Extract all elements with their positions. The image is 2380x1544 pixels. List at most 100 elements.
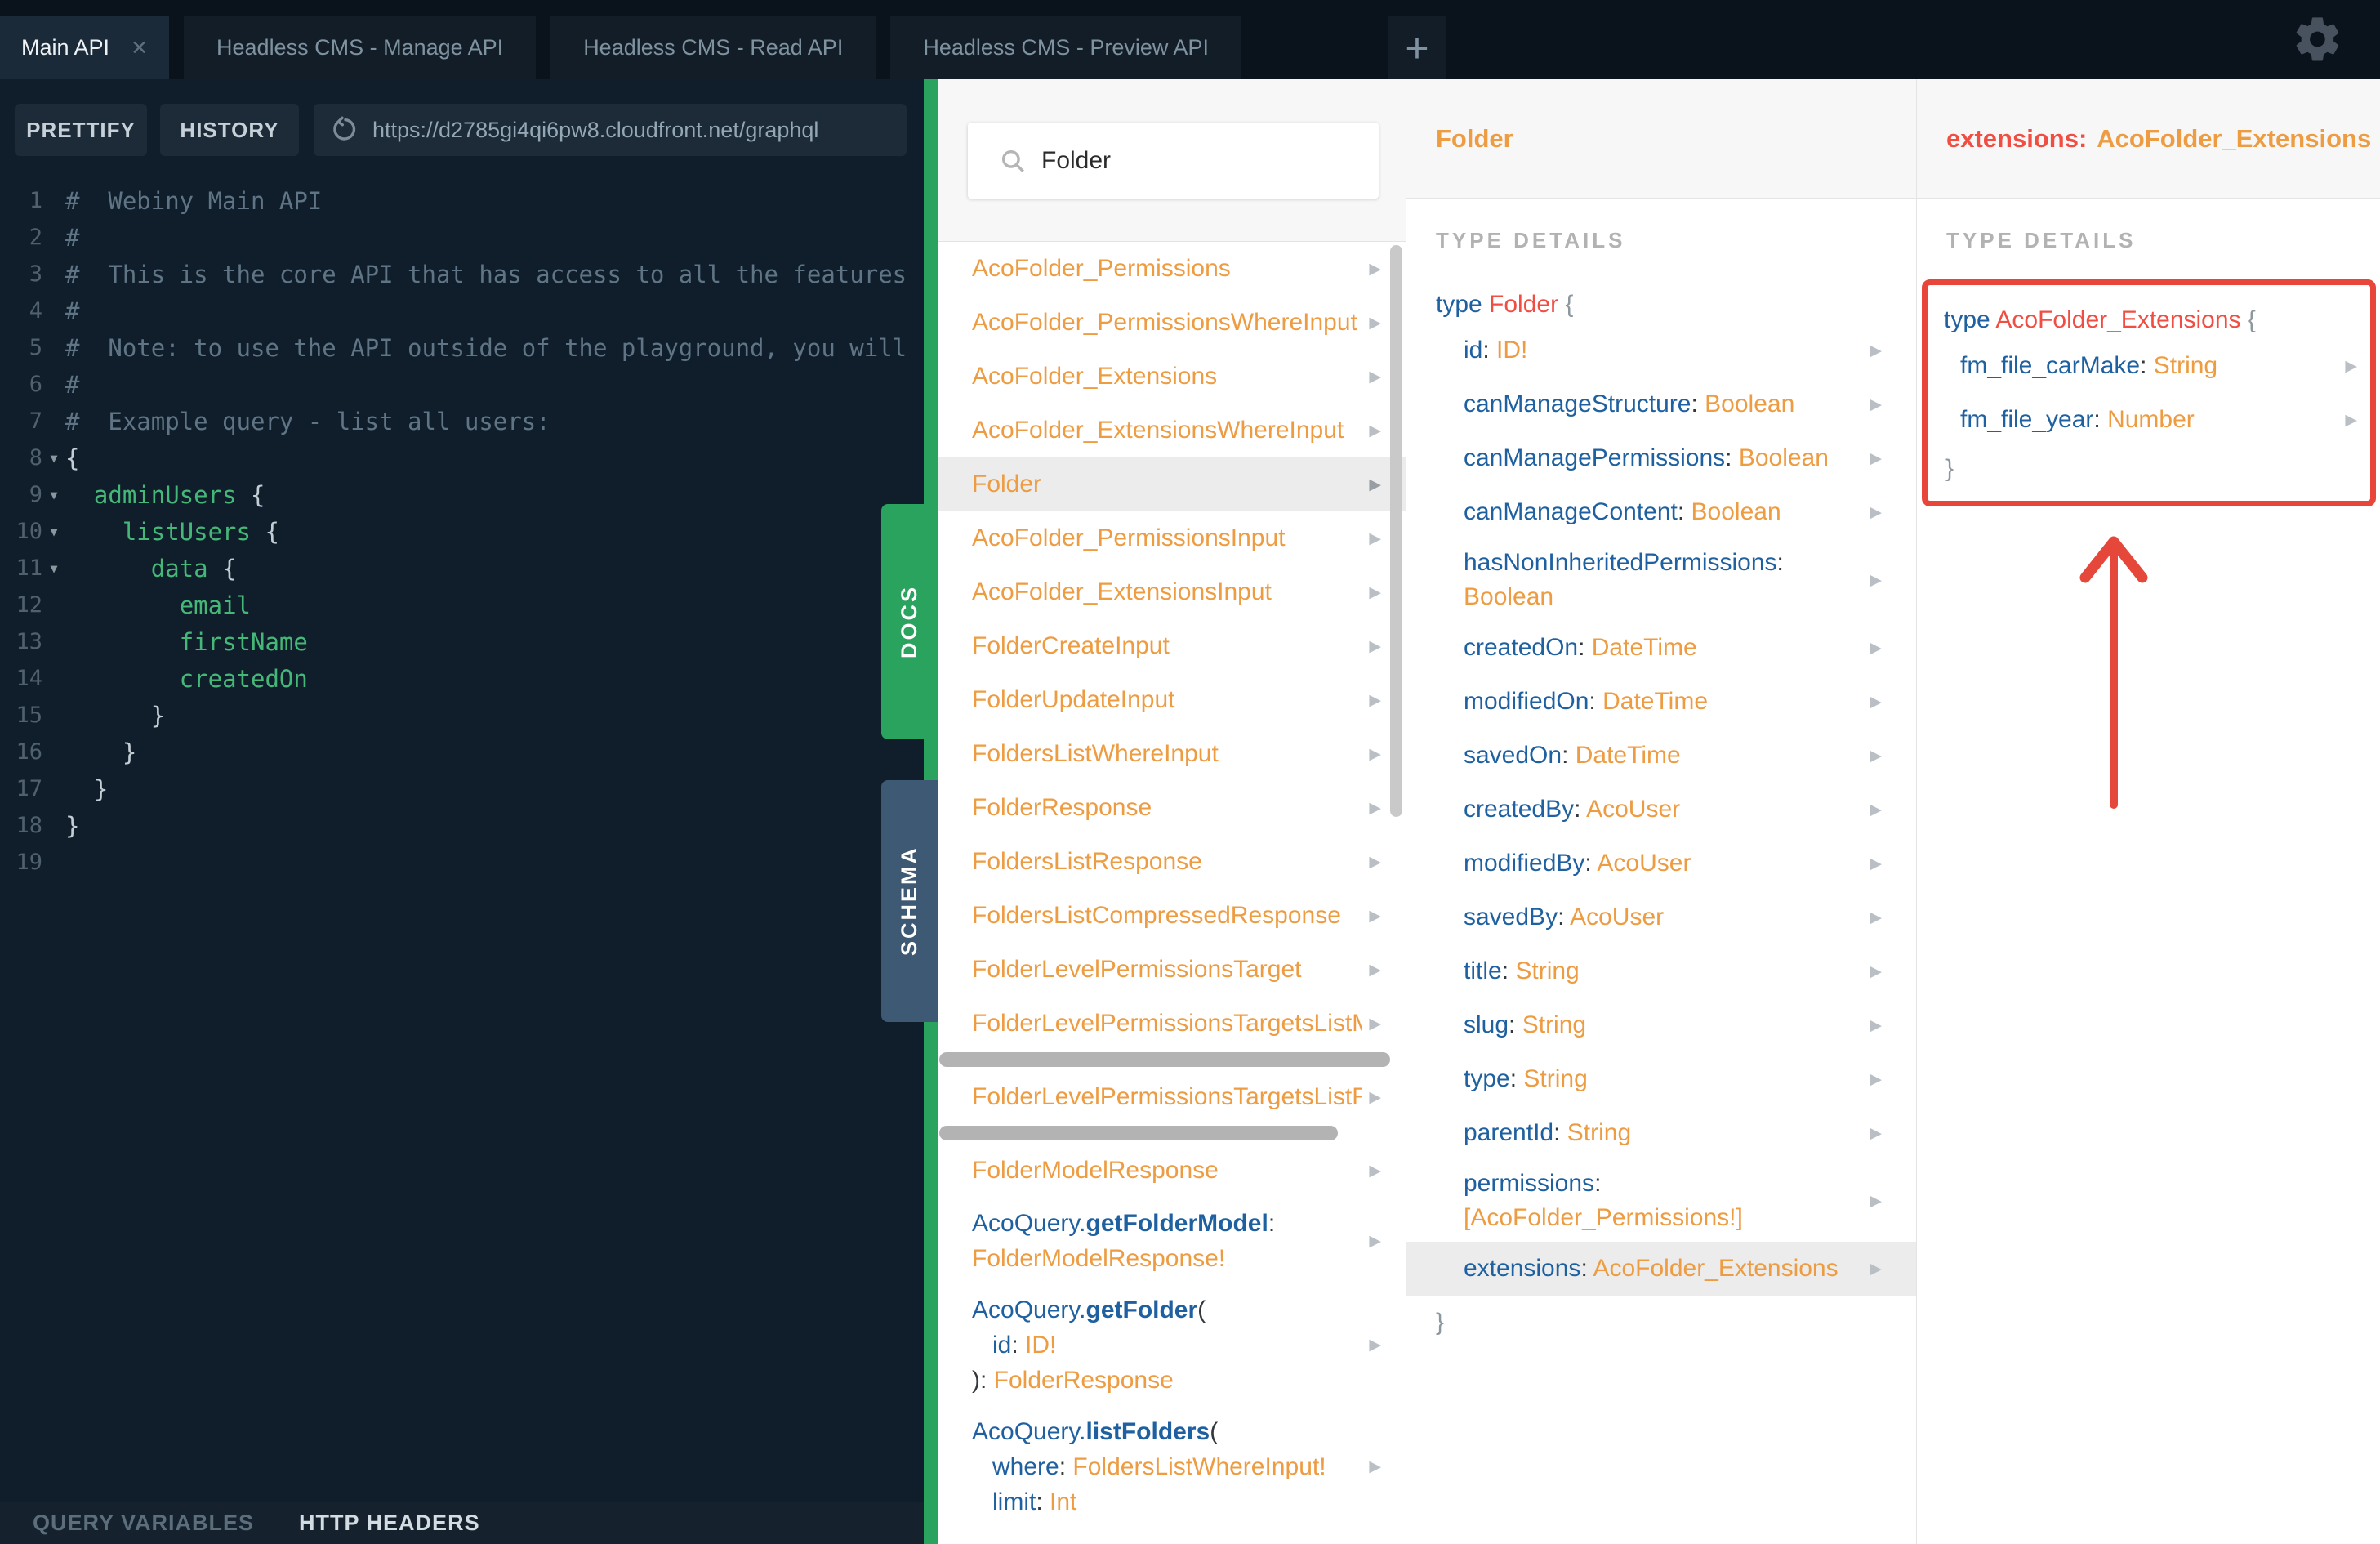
doc-list-item[interactable]: FolderCreateInput ▶ [938,619,1406,673]
field-row[interactable]: savedOn: DateTime ▶ [1436,729,1916,783]
expand-icon[interactable]: ▶ [1870,1192,1882,1211]
gear-icon[interactable] [2292,13,2344,65]
doc-list-item[interactable]: FolderUpdateInput ▶ [938,673,1406,727]
history-button[interactable]: HISTORY [160,104,299,156]
expand-icon[interactable]: ▶ [1870,908,1882,927]
field-row[interactable]: fm_file_carMake: String ▶ [1944,339,2370,393]
doc-list-item[interactable]: FolderLevelPermissionsTargetsListMeta▶ [938,997,1406,1051]
horizontal-scrollbar[interactable] [939,1052,1390,1067]
expand-icon[interactable]: ▶ [1369,260,1381,279]
field-row[interactable]: savedBy: AcoUser ▶ [1436,890,1916,944]
doc-list-item[interactable]: AcoFolder_PermissionsInput ▶ [938,511,1406,565]
close-icon[interactable]: ✕ [131,36,148,60]
new-tab-button[interactable]: + [1388,16,1446,79]
expand-icon[interactable]: ▶ [1870,1124,1882,1143]
doc-list-item[interactable]: FoldersListResponse ▶ [938,835,1406,889]
expand-icon[interactable]: ▶ [1870,1260,1882,1278]
doc-list-item[interactable]: AcoQuery.getFolderModel: FolderModelRespo… [938,1198,1406,1284]
field-row[interactable]: fm_file_year: Number ▶ [1944,393,2370,447]
expand-icon[interactable]: ▶ [1369,529,1381,548]
expand-icon[interactable]: ▶ [1870,1070,1882,1089]
expand-icon[interactable]: ▶ [2345,411,2357,430]
doc-list-item[interactable]: AcoFolder_ExtensionsInput ▶ [938,565,1406,619]
expand-icon[interactable]: ▶ [1870,449,1882,468]
expand-icon[interactable]: ▶ [1369,745,1381,764]
schema-tab[interactable]: SCHEMA [881,780,938,1022]
doc-list-item[interactable]: FolderLevelPermissionsTarget ▶ [938,943,1406,997]
doc-list-item[interactable]: AcoFolder_PermissionsWhereInput ▶ [938,296,1406,350]
expand-icon[interactable]: ▶ [1870,503,1882,522]
expand-icon[interactable]: ▶ [1369,1336,1381,1354]
vertical-scrollbar[interactable] [1390,245,1402,817]
expand-icon[interactable]: ▶ [1369,961,1381,980]
doc-list-item[interactable]: AcoQuery.getFolder( id: ID!): FolderResp… [938,1284,1406,1406]
field-row[interactable]: parentId: String ▶ [1436,1106,1916,1160]
field-row[interactable]: createdOn: DateTime ▶ [1436,621,1916,675]
expand-icon[interactable]: ▶ [2345,357,2357,376]
field-row[interactable]: permissions: [AcoFolder_Permissions!] ▶ [1436,1160,1916,1242]
doc-list-item[interactable]: AcoFolder_ExtensionsWhereInput ▶ [938,404,1406,457]
doc-list-item[interactable]: FolderResponse ▶ [938,781,1406,835]
field-row[interactable]: canManagePermissions: Boolean ▶ [1436,431,1916,485]
http-headers-tab[interactable]: HTTP HEADERS [299,1511,480,1536]
code-editor[interactable]: 1 # Webiny Main API 2 #3 # This is the core … [0,182,924,881]
field-row[interactable]: slug: String ▶ [1436,998,1916,1052]
expand-icon[interactable]: ▶ [1870,1016,1882,1035]
expand-icon[interactable]: ▶ [1369,583,1381,602]
tab-headless-cms-read-api[interactable]: Headless CMS - Read API [550,16,876,79]
expand-icon[interactable]: ▶ [1369,1457,1381,1476]
field-row[interactable]: title: String ▶ [1436,944,1916,998]
field-row[interactable]: id: ID! ▶ [1436,324,1916,377]
expand-icon[interactable]: ▶ [1870,571,1882,590]
expand-icon[interactable]: ▶ [1369,1162,1381,1180]
refresh-icon[interactable] [332,116,359,144]
fold-icon[interactable]: ▼ [42,488,65,502]
expand-icon[interactable]: ▶ [1369,475,1381,494]
doc-list-item[interactable]: FolderLevelPermissionsTargetsListRespons… [938,1070,1406,1124]
url-bar[interactable]: https://d2785gi4qi6pw8.cloudfront.net/gr… [314,104,907,156]
fold-icon[interactable]: ▼ [42,524,65,539]
expand-icon[interactable]: ▶ [1369,1088,1381,1107]
docs-tab[interactable]: DOCS [881,504,938,739]
expand-icon[interactable]: ▶ [1870,962,1882,981]
expand-icon[interactable]: ▶ [1369,691,1381,710]
field-row[interactable]: modifiedOn: DateTime ▶ [1436,675,1916,729]
expand-icon[interactable]: ▶ [1369,1015,1381,1033]
doc-list-item[interactable]: AcoFolder_Extensions ▶ [938,350,1406,404]
expand-icon[interactable]: ▶ [1870,801,1882,819]
doc-list-item[interactable]: FolderModelResponse ▶ [938,1144,1406,1198]
doc-list-item[interactable]: FoldersListCompressedResponse ▶ [938,889,1406,943]
expand-icon[interactable]: ▶ [1369,422,1381,440]
expand-icon[interactable]: ▶ [1870,693,1882,712]
expand-icon[interactable]: ▶ [1870,341,1882,360]
field-row[interactable]: modifiedBy: AcoUser ▶ [1436,837,1916,890]
doc-list-item[interactable]: AcoQuery.listFolders( where: FoldersList… [938,1406,1406,1528]
expand-icon[interactable]: ▶ [1369,907,1381,926]
field-row[interactable]: extensions: AcoFolder_Extensions ▶ [1406,1242,1916,1296]
expand-icon[interactable]: ▶ [1870,747,1882,765]
doc-list-item[interactable]: AcoFolder_Permissions ▶ [938,242,1406,296]
fold-icon[interactable]: ▼ [42,451,65,466]
field-row[interactable]: type: String ▶ [1436,1052,1916,1106]
expand-icon[interactable]: ▶ [1870,639,1882,658]
field-row[interactable]: createdBy: AcoUser ▶ [1436,783,1916,837]
field-row[interactable]: canManageContent: Boolean ▶ [1436,485,1916,539]
expand-icon[interactable]: ▶ [1369,799,1381,818]
field-row[interactable]: hasNonInheritedPermissions: Boolean ▶ [1436,539,1916,621]
tab-main-api[interactable]: Main API ✕ [0,16,170,79]
horizontal-scrollbar[interactable] [939,1126,1338,1140]
expand-icon[interactable]: ▶ [1369,314,1381,332]
search-input[interactable]: Folder [968,123,1379,199]
prettify-button[interactable]: PRETTIFY [15,104,147,156]
expand-icon[interactable]: ▶ [1369,368,1381,386]
doc-list-item[interactable]: Folder ▶ [938,457,1406,511]
expand-icon[interactable]: ▶ [1870,395,1882,414]
tab-headless-cms-manage-api[interactable]: Headless CMS - Manage API [184,16,537,79]
fold-icon[interactable]: ▼ [42,561,65,576]
expand-icon[interactable]: ▶ [1870,855,1882,873]
doc-list-item[interactable]: FoldersListWhereInput ▶ [938,727,1406,781]
expand-icon[interactable]: ▶ [1369,637,1381,656]
query-variables-tab[interactable]: QUERY VARIABLES [33,1511,254,1536]
expand-icon[interactable]: ▶ [1369,853,1381,872]
tab-headless-cms-preview-api[interactable]: Headless CMS - Preview API [890,16,1241,79]
